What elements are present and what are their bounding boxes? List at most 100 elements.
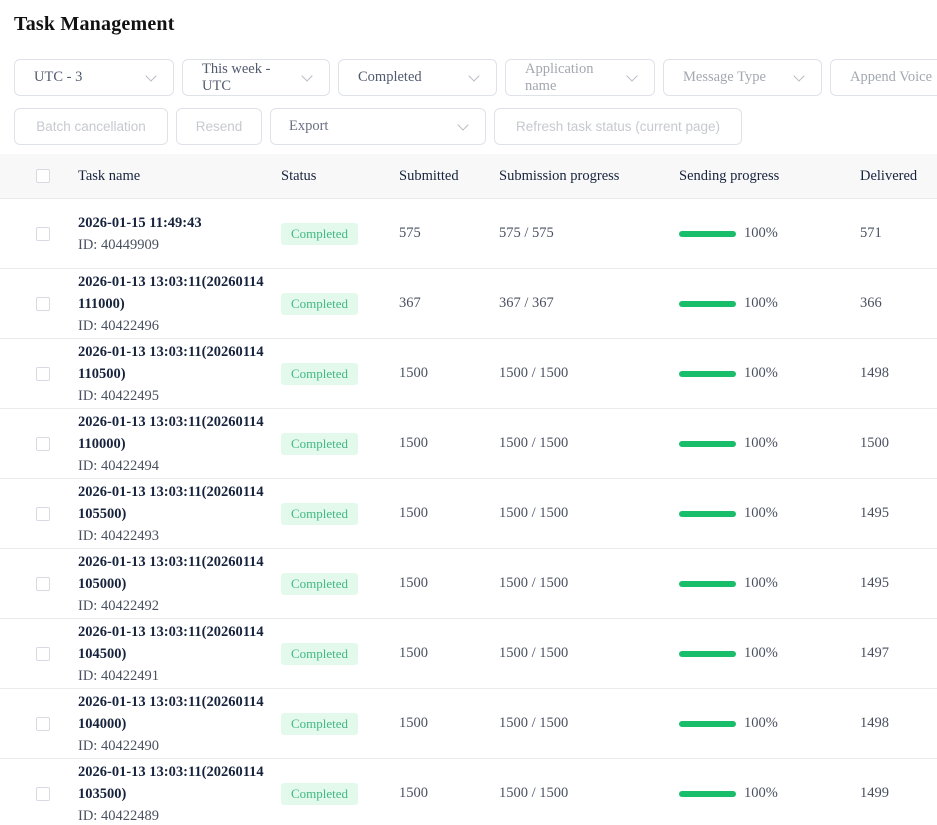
task-name: 2026-01-13 13:03:11(20260114 104000) <box>78 691 271 735</box>
batch-cancellation-button[interactable]: Batch cancellation <box>14 108 168 145</box>
task-id: ID: 40449909 <box>78 234 271 256</box>
row-checkbox-cell <box>0 437 78 451</box>
status-cell: Completed <box>281 783 399 805</box>
row-checkbox-cell <box>0 507 78 521</box>
date-range-select[interactable]: This week - UTC <box>182 59 330 96</box>
row-checkbox-cell <box>0 577 78 591</box>
submission-progress: 575 / 575 <box>499 225 679 242</box>
submission-progress: 1500 / 1500 <box>499 505 679 522</box>
status-cell: Completed <box>281 293 399 315</box>
status-select-value: Completed <box>358 69 422 86</box>
application-name-select[interactable]: Application name <box>505 59 655 96</box>
submission-progress: 1500 / 1500 <box>499 785 679 802</box>
row-checkbox-cell <box>0 297 78 311</box>
message-type-placeholder: Message Type <box>683 69 766 86</box>
message-type-select[interactable]: Message Type <box>663 59 822 96</box>
status-badge: Completed <box>281 713 358 735</box>
task-cell: 2026-01-13 13:03:11(20260114 104000)ID: … <box>78 691 281 757</box>
progress-bar <box>679 791 736 797</box>
chevron-down-icon <box>302 72 313 83</box>
progress-percent: 100% <box>744 225 778 242</box>
submitted-count: 1500 <box>399 785 499 802</box>
submission-progress: 1500 / 1500 <box>499 645 679 662</box>
task-name: 2026-01-13 13:03:11(20260114 105500) <box>78 481 271 525</box>
status-cell: Completed <box>281 363 399 385</box>
table-header-row: Task name Status Submitted Submission pr… <box>0 154 937 199</box>
sending-progress-cell: 100% <box>679 645 860 662</box>
submitted-count: 1500 <box>399 715 499 732</box>
row-checkbox[interactable] <box>36 367 50 381</box>
task-name: 2026-01-13 13:03:11(20260114 110000) <box>78 411 271 455</box>
row-checkbox[interactable] <box>36 297 50 311</box>
task-cell: 2026-01-13 13:03:11(20260114 110500)ID: … <box>78 341 281 407</box>
submission-progress: 1500 / 1500 <box>499 365 679 382</box>
task-cell: 2026-01-13 13:03:11(20260114 111000)ID: … <box>78 271 281 337</box>
status-select[interactable]: Completed <box>338 59 497 96</box>
row-checkbox-cell <box>0 647 78 661</box>
progress-bar <box>679 371 736 377</box>
submission-progress: 367 / 367 <box>499 295 679 312</box>
progress-percent: 100% <box>744 435 778 452</box>
export-select-value: Export <box>289 118 328 135</box>
task-cell: 2026-01-13 13:03:11(20260114 105000)ID: … <box>78 551 281 617</box>
table-row: 2026-01-13 13:03:11(20260114 103500)ID: … <box>0 759 937 825</box>
progress-bar <box>679 231 736 237</box>
row-checkbox[interactable] <box>36 717 50 731</box>
sending-progress-cell: 100% <box>679 715 860 732</box>
select-all-checkbox[interactable] <box>36 169 50 183</box>
progress-percent: 100% <box>744 365 778 382</box>
row-checkbox[interactable] <box>36 647 50 661</box>
task-id: ID: 40422489 <box>78 805 271 825</box>
row-checkbox[interactable] <box>36 577 50 591</box>
row-checkbox[interactable] <box>36 227 50 241</box>
task-name: 2026-01-13 13:03:11(20260114 111000) <box>78 271 271 315</box>
sending-progress-cell: 100% <box>679 575 860 592</box>
task-id: ID: 40422492 <box>78 595 271 617</box>
task-id: ID: 40422491 <box>78 665 271 687</box>
submitted-count: 1500 <box>399 505 499 522</box>
submitted-count: 1500 <box>399 365 499 382</box>
progress-bar <box>679 301 736 307</box>
header-checkbox-cell <box>0 169 78 183</box>
table-row: 2026-01-13 13:03:11(20260114 105000)ID: … <box>0 549 937 619</box>
status-badge: Completed <box>281 223 358 245</box>
delivered-count: 1498 <box>860 365 937 382</box>
resend-button[interactable]: Resend <box>176 108 262 145</box>
table-row: 2026-01-13 13:03:11(20260114 105500)ID: … <box>0 479 937 549</box>
progress-percent: 100% <box>744 645 778 662</box>
task-name: 2026-01-15 11:49:43 <box>78 212 271 234</box>
append-voice-placeholder: Append Voice <box>850 69 932 86</box>
status-cell: Completed <box>281 643 399 665</box>
task-id: ID: 40422494 <box>78 455 271 477</box>
status-badge: Completed <box>281 293 358 315</box>
submitted-count: 1500 <box>399 645 499 662</box>
table-row: 2026-01-13 13:03:11(20260114 111000)ID: … <box>0 269 937 339</box>
row-checkbox[interactable] <box>36 787 50 801</box>
append-voice-select[interactable]: Append Voice <box>830 59 937 96</box>
progress-bar <box>679 581 736 587</box>
submitted-count: 1500 <box>399 575 499 592</box>
delivered-count: 1500 <box>860 435 937 452</box>
task-name: 2026-01-13 13:03:11(20260114 105000) <box>78 551 271 595</box>
progress-percent: 100% <box>744 505 778 522</box>
row-checkbox[interactable] <box>36 507 50 521</box>
timezone-select-value: UTC - 3 <box>34 69 82 86</box>
row-checkbox[interactable] <box>36 437 50 451</box>
row-checkbox-cell <box>0 227 78 241</box>
export-select[interactable]: Export <box>270 108 486 145</box>
delivered-count: 366 <box>860 295 937 312</box>
status-badge: Completed <box>281 573 358 595</box>
status-cell: Completed <box>281 223 399 245</box>
status-badge: Completed <box>281 783 358 805</box>
progress-bar <box>679 441 736 447</box>
timezone-select[interactable]: UTC - 3 <box>14 59 174 96</box>
progress-percent: 100% <box>744 295 778 312</box>
table-row: 2026-01-13 13:03:11(20260114 104500)ID: … <box>0 619 937 689</box>
refresh-task-status-button[interactable]: Refresh task status (current page) <box>494 108 742 145</box>
task-cell: 2026-01-13 13:03:11(20260114 105500)ID: … <box>78 481 281 547</box>
row-checkbox-cell <box>0 367 78 381</box>
sending-progress-cell: 100% <box>679 785 860 802</box>
filter-bar: UTC - 3 This week - UTC Completed Applic… <box>14 59 937 96</box>
column-header-task-name: Task name <box>78 168 281 185</box>
column-header-submitted: Submitted <box>399 168 499 185</box>
